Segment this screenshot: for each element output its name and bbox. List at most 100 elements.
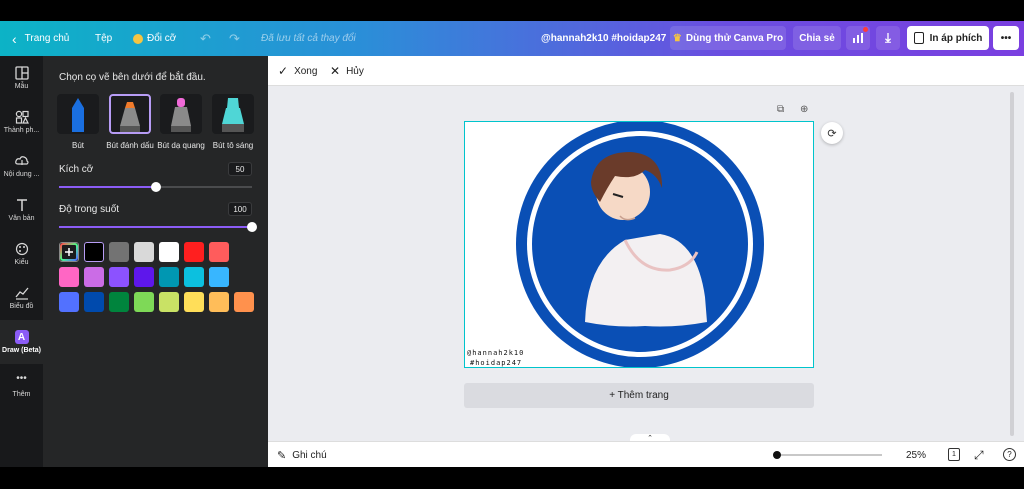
color-swatch[interactable] (209, 292, 229, 312)
design-page[interactable]: @hannah2k10 #hoidap247 (464, 121, 814, 368)
color-swatch[interactable] (159, 242, 179, 262)
template-icon (14, 66, 29, 80)
more-options-button[interactable]: ••• (993, 26, 1019, 50)
done-label: Xong (294, 65, 318, 77)
cancel-button[interactable]: ✕ Hủy (330, 56, 364, 86)
fullscreen-icon[interactable]: ⤢ (974, 442, 984, 468)
undo-icon[interactable]: ↶ (200, 21, 211, 56)
download-icon: ⤓ (885, 30, 891, 45)
rail-item-templates[interactable]: Mẫu (0, 56, 43, 100)
color-swatch[interactable] (234, 292, 254, 312)
print-poster-button[interactable]: In áp phích (907, 26, 989, 50)
home-link[interactable]: ‹ Trang chủ (12, 21, 69, 56)
rail-item-charts[interactable]: Biểu đồ (0, 276, 43, 320)
color-swatch[interactable] (159, 267, 179, 287)
rail-item-draw[interactable]: A Draw (Beta) (0, 320, 43, 364)
rail-item-text[interactable]: Văn bản (0, 188, 43, 232)
elements-icon (15, 110, 29, 124)
opacity-slider-thumb[interactable] (247, 222, 257, 232)
rail-label: Mẫu (14, 83, 29, 90)
color-swatch[interactable] (209, 267, 229, 287)
add-color-button[interactable] (59, 242, 79, 262)
notes-label: Ghi chú (292, 449, 327, 461)
color-swatch[interactable] (134, 267, 154, 287)
resize-button[interactable]: Đổi cỡ (133, 21, 176, 56)
rail-item-more[interactable]: ••• Thêm (0, 364, 43, 408)
page-count-button[interactable]: 1 (948, 448, 960, 461)
analytics-button[interactable] (846, 26, 870, 50)
brush-highlighter[interactable] (160, 94, 202, 134)
size-slider-thumb[interactable] (150, 182, 161, 192)
color-swatch[interactable] (184, 292, 204, 312)
brush-marker[interactable] (109, 94, 151, 134)
highlighter-icon (171, 98, 191, 132)
opacity-value-input[interactable]: 100 (228, 202, 252, 216)
draw-panel: Chọn cọ vẽ bên dưới để bắt đầu. Bút Bút … (43, 56, 268, 467)
resize-label: Đổi cỡ (147, 33, 177, 44)
color-swatch[interactable] (84, 267, 104, 287)
glow-pen-icon (222, 98, 244, 132)
add-page-button[interactable]: + Thêm trang (464, 383, 814, 408)
help-button[interactable]: ? (1003, 448, 1016, 461)
brush-glow[interactable] (212, 94, 254, 134)
file-menu[interactable]: Tệp (95, 21, 112, 56)
watermark-handle: @hannah2k10 (467, 349, 525, 357)
brush-pen[interactable] (57, 94, 99, 134)
help-icon: ? (1007, 450, 1012, 459)
duplicate-page-icon[interactable]: ⧉ (777, 104, 784, 115)
crown-icon (133, 33, 143, 44)
size-slider-fill (59, 186, 156, 188)
color-swatch[interactable] (84, 292, 104, 312)
more-icon: ••• (16, 373, 27, 384)
size-value-input[interactable]: 50 (228, 162, 252, 176)
top-black-bar (0, 0, 1024, 21)
color-swatch[interactable] (184, 267, 204, 287)
editor-header: ‹ Trang chủ Tệp Đổi cỡ ↶ ↷ Đã lưu tất cả… (0, 21, 1024, 56)
workspace: ✓ Xong ✕ Hủy ⧉ ⊕ @hannah2k10 #hoidap247 … (268, 56, 1024, 467)
refresh-icon: ⟳ (827, 127, 837, 140)
vertical-scrollbar[interactable] (1010, 92, 1014, 436)
marker-icon (120, 102, 140, 132)
upload-icon (14, 156, 29, 165)
done-button[interactable]: ✓ Xong (278, 56, 317, 86)
rail-item-styles[interactable]: Kiểu (0, 232, 43, 276)
color-swatch[interactable] (134, 242, 154, 262)
print-label: In áp phích (929, 32, 983, 44)
color-swatch[interactable] (209, 242, 229, 262)
color-swatch[interactable] (59, 292, 79, 312)
download-button[interactable]: ⤓ (876, 26, 900, 50)
opacity-slider-fill (59, 226, 252, 228)
refresh-button[interactable]: ⟳ (821, 122, 843, 144)
redo-icon[interactable]: ↷ (229, 21, 240, 56)
zoom-level[interactable]: 25% (906, 442, 926, 468)
rail-label: Văn bản (8, 215, 35, 222)
rail-label: Nội dung ... (3, 171, 40, 178)
zoom-slider[interactable] (773, 451, 882, 459)
color-swatch[interactable] (159, 292, 179, 312)
color-swatch[interactable] (109, 267, 129, 287)
brush-label-glow: Bút tô sáng (212, 141, 254, 150)
cancel-label: Hủy (346, 65, 364, 77)
size-slider[interactable] (59, 182, 252, 192)
rail-label: Biểu đồ (9, 303, 34, 310)
color-swatch[interactable] (59, 267, 79, 287)
color-swatch[interactable] (84, 242, 104, 262)
try-pro-button[interactable]: ♛ Dùng thử Canva Pro (670, 26, 786, 50)
draw-icon: A (14, 330, 29, 344)
notes-button[interactable]: ✎ Ghi chú (277, 442, 327, 468)
rail-item-elements[interactable]: Thành ph... (0, 100, 43, 144)
rail-item-uploads[interactable]: Nội dung ... (0, 144, 43, 188)
save-status: Đã lưu tất cả thay đổi (261, 33, 356, 44)
brush-label-pen: Bút (71, 141, 84, 150)
watermark-hashtag: #hoidap247 (470, 359, 523, 367)
color-swatch[interactable] (134, 292, 154, 312)
chevron-left-icon: ‹ (12, 30, 17, 47)
share-button[interactable]: Chia sẻ (793, 26, 841, 50)
opacity-slider[interactable] (59, 222, 257, 232)
document-title[interactable]: @hannah2k10 #hoidap247 (541, 21, 666, 56)
color-swatch[interactable] (109, 242, 129, 262)
color-swatch[interactable] (109, 292, 129, 312)
color-swatch[interactable] (184, 242, 204, 262)
zoom-slider-thumb[interactable] (773, 451, 781, 459)
add-page-icon[interactable]: ⊕ (800, 104, 808, 115)
